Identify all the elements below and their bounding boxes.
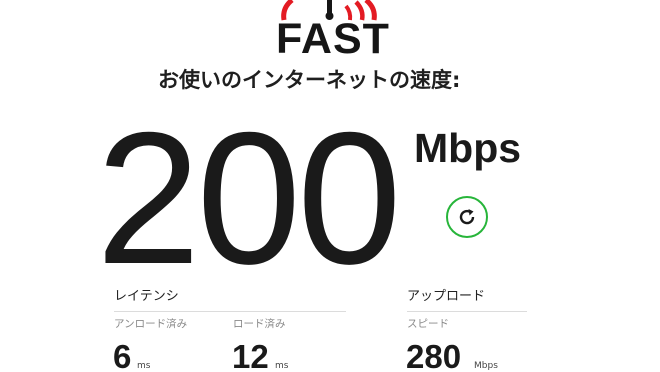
download-speed-value: 200	[96, 93, 402, 303]
refresh-button[interactable]	[446, 196, 488, 238]
upload-speed-unit: Mbps	[474, 361, 498, 371]
fast-logo: FAST	[270, 0, 392, 64]
loaded-latency-label: ロード済み	[233, 318, 286, 330]
unloaded-latency-label: アンロード済み	[114, 318, 188, 330]
latency-divider	[114, 311, 346, 312]
latency-title: レイテンシ	[114, 289, 179, 304]
loaded-latency-unit: ms	[275, 361, 289, 371]
upload-divider	[407, 311, 527, 312]
upload-speed-value: 280	[406, 338, 462, 372]
fast-speed-test-page: FAST お使いのインターネットの速度: 200 Mbps レイテンシ アンロー…	[0, 0, 660, 372]
loaded-latency-value: 12	[232, 338, 269, 372]
refresh-icon	[459, 209, 475, 225]
logo-wordmark: FAST	[276, 15, 390, 63]
unloaded-latency-unit: ms	[137, 361, 151, 371]
upload-title: アップロード	[407, 289, 486, 304]
unloaded-latency-value: 6	[113, 338, 132, 372]
upload-speed-label: スピード	[407, 318, 449, 330]
download-speed-units: Mbps	[414, 125, 522, 171]
page-heading: お使いのインターネットの速度:	[158, 68, 461, 92]
